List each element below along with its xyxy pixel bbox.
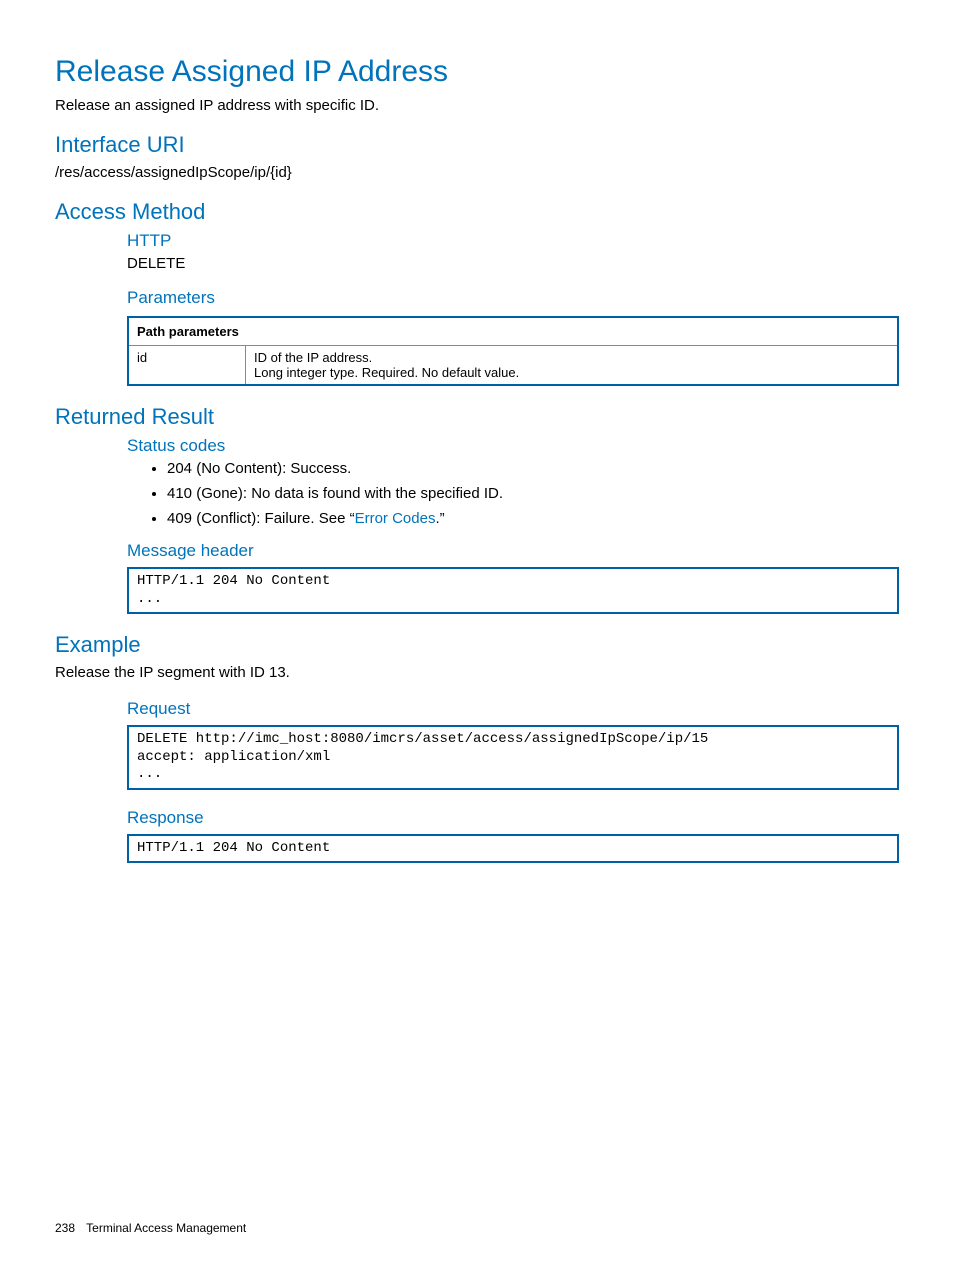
page-content: Release Assigned IP Address Release an a… bbox=[0, 0, 954, 1271]
interface-uri-value: /res/access/assignedIpScope/ip/{id} bbox=[55, 164, 899, 181]
table-row: id ID of the IP address. Long integer ty… bbox=[128, 346, 898, 386]
page-number: 238 bbox=[55, 1221, 75, 1235]
section-returned-result: Returned Result bbox=[55, 404, 899, 430]
status-codes-list: 204 (No Content): Success. 410 (Gone): N… bbox=[127, 460, 899, 527]
example-intro: Release the IP segment with ID 13. bbox=[55, 664, 899, 681]
section-access-method: Access Method bbox=[55, 199, 899, 225]
status-codes-heading: Status codes bbox=[127, 436, 899, 456]
request-code: DELETE http://imc_host:8080/imcrs/asset/… bbox=[127, 725, 899, 790]
list-item: 204 (No Content): Success. bbox=[167, 460, 899, 477]
footer-section: Terminal Access Management bbox=[86, 1221, 246, 1235]
page-title: Release Assigned IP Address bbox=[55, 55, 899, 89]
error-codes-link[interactable]: Error Codes bbox=[355, 510, 436, 527]
http-method: DELETE bbox=[127, 255, 899, 272]
page-footer: 238 Terminal Access Management bbox=[55, 1221, 246, 1235]
section-example: Example bbox=[55, 632, 899, 658]
parameters-heading: Parameters bbox=[127, 288, 899, 308]
param-desc: ID of the IP address. Long integer type.… bbox=[246, 346, 899, 386]
list-item: 409 (Conflict): Failure. See “Error Code… bbox=[167, 510, 899, 527]
response-heading: Response bbox=[127, 808, 899, 828]
parameters-table: Path parameters id ID of the IP address.… bbox=[127, 316, 899, 386]
description: Release an assigned IP address with spec… bbox=[55, 97, 899, 114]
list-item: 410 (Gone): No data is found with the sp… bbox=[167, 485, 899, 502]
message-header-code: HTTP/1.1 204 No Content ... bbox=[127, 567, 899, 614]
request-heading: Request bbox=[127, 699, 899, 719]
message-header-heading: Message header bbox=[127, 541, 899, 561]
param-name: id bbox=[128, 346, 246, 386]
response-code: HTTP/1.1 204 No Content bbox=[127, 834, 899, 864]
table-header: Path parameters bbox=[128, 317, 898, 346]
http-heading: HTTP bbox=[127, 231, 899, 251]
section-interface-uri: Interface URI bbox=[55, 132, 899, 158]
table-header-row: Path parameters bbox=[128, 317, 898, 346]
